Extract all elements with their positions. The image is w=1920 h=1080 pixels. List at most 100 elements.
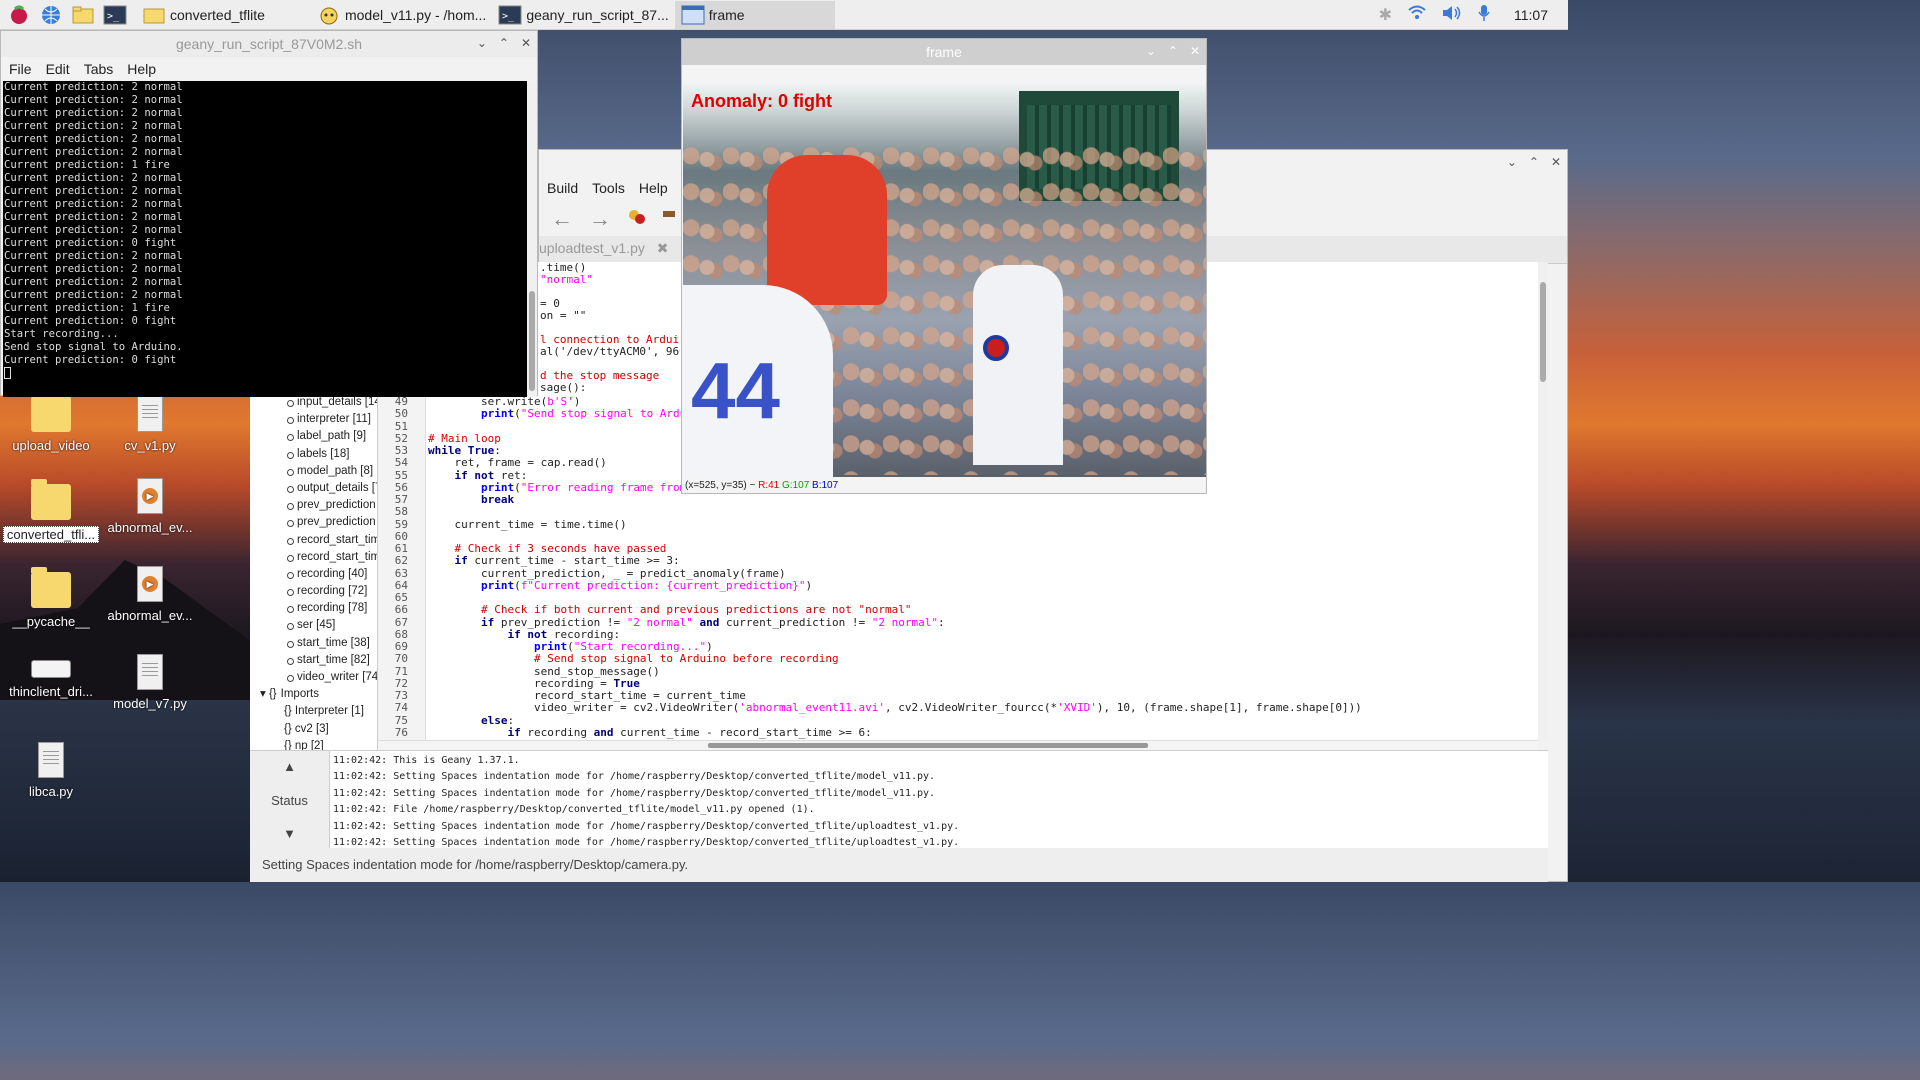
wifi-icon[interactable] bbox=[1408, 5, 1426, 26]
scrollbar-thumb[interactable] bbox=[529, 291, 535, 391]
close-icon[interactable]: ✕ bbox=[1190, 44, 1200, 58]
menu-help[interactable]: Help bbox=[639, 180, 668, 196]
symbol-item[interactable]: prev_prediction bbox=[250, 514, 377, 531]
code-line[interactable]: 75 else: bbox=[378, 714, 1538, 727]
tab-uploadtest[interactable]: uploadtest_v1.py ✖ bbox=[539, 240, 668, 257]
message-line[interactable]: 11:02:42: Setting Spaces indentation mod… bbox=[333, 769, 959, 785]
back-icon[interactable]: ← bbox=[551, 206, 573, 232]
frame-titlebar[interactable]: frame ⌄ ⌃ ✕ bbox=[682, 39, 1206, 65]
desktop-icon-thinclient-drives[interactable]: thinclient_dri... bbox=[3, 646, 99, 699]
menu-tools[interactable]: Tools bbox=[592, 180, 625, 196]
code-line[interactable]: 70 # Send stop signal to Arduino before … bbox=[378, 652, 1538, 665]
code-line[interactable]: 58 bbox=[378, 505, 1538, 518]
color-chooser-icon[interactable] bbox=[627, 207, 647, 232]
code-line[interactable]: 62 if current_time - start_time >= 3: bbox=[378, 554, 1538, 567]
tab-close-icon[interactable]: ✖ bbox=[657, 240, 669, 256]
symbol-item[interactable]: ser [45] bbox=[250, 617, 377, 634]
editor-horizontal-scrollbar[interactable] bbox=[378, 740, 1538, 750]
scrollbar-thumb[interactable] bbox=[708, 743, 1148, 748]
menu-build[interactable]: Build bbox=[547, 180, 578, 196]
camera-frame-image[interactable]: 44 Anomaly: 0 fight bbox=[683, 85, 1206, 477]
line-number: 59 bbox=[394, 517, 408, 531]
system-tray: ✱ 11:07 bbox=[1371, 0, 1568, 30]
terminal-output[interactable]: Current prediction: 2 normal Current pred… bbox=[3, 81, 527, 397]
symbol-item[interactable]: label_path [9] bbox=[250, 428, 377, 445]
symbol-item[interactable]: recording [78] bbox=[250, 600, 377, 617]
expander-icon[interactable]: ▾ {} bbox=[260, 688, 277, 700]
symbol-item[interactable]: start_time [38] bbox=[250, 635, 377, 652]
code-line[interactable]: 74 video_writer = cv2.VideoWriter('abnor… bbox=[378, 701, 1538, 714]
forward-icon[interactable]: → bbox=[589, 206, 611, 232]
desktop-icon-converted-tflite[interactable]: converted_tfli... bbox=[3, 479, 99, 543]
microphone-icon[interactable] bbox=[1478, 4, 1490, 27]
symbol-item[interactable]: recording [72] bbox=[250, 583, 377, 600]
maximize-icon[interactable]: ⌃ bbox=[1168, 44, 1178, 58]
code-line[interactable]: 59 current_time = time.time() bbox=[378, 517, 1538, 531]
clock[interactable]: 11:07 bbox=[1514, 7, 1548, 23]
terminal-titlebar[interactable]: geany_run_script_87V0M2.sh ⌄ ⌃ ✕ bbox=[1, 31, 537, 57]
import-item[interactable]: {} np [2] bbox=[250, 738, 377, 750]
terminal-line: Current prediction: 2 normal bbox=[4, 120, 183, 132]
code-line[interactable]: 66 # Check if both current and previous … bbox=[378, 603, 1538, 616]
scroll-up-icon[interactable]: ▲ bbox=[283, 759, 296, 774]
play-icon: ▶ bbox=[142, 488, 158, 504]
task-geany-run-script[interactable]: >_ geany_run_script_87... bbox=[492, 1, 674, 29]
maximize-icon[interactable]: ⌃ bbox=[499, 36, 509, 50]
symbol-item[interactable]: interpreter [11] bbox=[250, 411, 377, 428]
symbol-item[interactable]: model_path [8] bbox=[250, 463, 377, 480]
menu-help[interactable]: Help bbox=[127, 61, 156, 77]
close-icon[interactable]: ✕ bbox=[1551, 155, 1561, 169]
symbol-item[interactable]: output_details [7 bbox=[250, 480, 377, 497]
desktop-icon-upload-video[interactable]: upload_video bbox=[3, 391, 99, 453]
web-browser-icon[interactable] bbox=[38, 3, 64, 27]
menu-tabs[interactable]: Tabs bbox=[84, 61, 114, 77]
message-line[interactable]: 11:02:42: This is Geany 1.37.1. bbox=[333, 753, 959, 769]
close-icon[interactable]: ✕ bbox=[521, 36, 531, 50]
task-converted-tflite[interactable]: converted_tflite bbox=[136, 1, 271, 29]
maximize-icon[interactable]: ⌃ bbox=[1529, 155, 1539, 169]
import-item[interactable]: {} Interpreter [1] bbox=[250, 703, 377, 720]
code-line[interactable]: 71 send_stop_message() bbox=[378, 665, 1538, 678]
symbol-group-imports[interactable]: ▾ {} Imports bbox=[250, 686, 377, 703]
desktop-icon-abnormal-event-1[interactable]: ▶ abnormal_ev... bbox=[102, 478, 198, 535]
symbol-item[interactable]: prev_prediction bbox=[250, 497, 377, 514]
symbol-item[interactable]: record_start_tim bbox=[250, 549, 377, 566]
minimize-icon[interactable]: ⌄ bbox=[1507, 155, 1517, 169]
desktop-icon-pycache[interactable]: __pycache__ bbox=[3, 567, 99, 629]
import-item[interactable]: {} cv2 [3] bbox=[250, 721, 377, 738]
minimize-icon[interactable]: ⌄ bbox=[1146, 44, 1156, 58]
symbol-item[interactable]: start_time [82] bbox=[250, 652, 377, 669]
terminal-launcher-icon[interactable]: >_ bbox=[102, 3, 128, 27]
scrollbar-thumb[interactable] bbox=[1540, 282, 1546, 382]
code-line[interactable]: 67 if prev_prediction != "2 normal" and … bbox=[378, 616, 1538, 629]
code-line[interactable]: 76 if recording and current_time - recor… bbox=[378, 726, 1538, 739]
hammer-icon[interactable] bbox=[663, 207, 675, 232]
desktop-icon-abnormal-event-2[interactable]: ▶ abnormal_ev... bbox=[102, 566, 198, 623]
terminal-scrollbar[interactable] bbox=[527, 81, 537, 397]
status-tab[interactable]: ▲ Status ▼ bbox=[250, 751, 330, 849]
symbol-item[interactable]: video_writer [74 bbox=[250, 669, 377, 686]
message-line[interactable]: 11:02:42: Setting Spaces indentation mod… bbox=[333, 819, 959, 835]
bluetooth-icon[interactable]: ✱ bbox=[1379, 5, 1392, 25]
cubs-logo bbox=[983, 335, 1009, 361]
volume-icon[interactable] bbox=[1442, 5, 1462, 26]
desktop-icon-model-v7[interactable]: model_v7.py bbox=[102, 654, 198, 711]
message-line[interactable]: 11:02:42: Setting Spaces indentation mod… bbox=[333, 786, 959, 802]
raspberry-menu-icon[interactable] bbox=[6, 3, 32, 27]
desktop-icon-cv-v1[interactable]: cv_v1.py bbox=[102, 396, 198, 453]
menu-edit[interactable]: Edit bbox=[46, 61, 70, 77]
message-line[interactable]: 11:02:42: File /home/raspberry/Desktop/c… bbox=[333, 802, 959, 818]
menu-file[interactable]: File bbox=[9, 61, 32, 77]
symbol-item[interactable]: labels [18] bbox=[250, 446, 377, 463]
symbol-item[interactable]: recording [40] bbox=[250, 566, 377, 583]
editor-vertical-scrollbar[interactable] bbox=[1538, 262, 1548, 740]
symbol-item[interactable]: record_start_tim bbox=[250, 532, 377, 549]
task-frame[interactable]: frame bbox=[674, 0, 835, 29]
code-line[interactable]: 64 print(f"Current prediction: {current_… bbox=[378, 579, 1538, 592]
task-geany-model[interactable]: model_v11.py - /hom... bbox=[311, 1, 492, 29]
scroll-down-icon[interactable]: ▼ bbox=[283, 826, 296, 841]
desktop-icon-libca[interactable]: libca.py bbox=[3, 742, 99, 799]
file-manager-icon[interactable] bbox=[70, 3, 96, 27]
minimize-icon[interactable]: ⌄ bbox=[477, 36, 487, 50]
code-line[interactable]: 57 break bbox=[378, 493, 1538, 506]
